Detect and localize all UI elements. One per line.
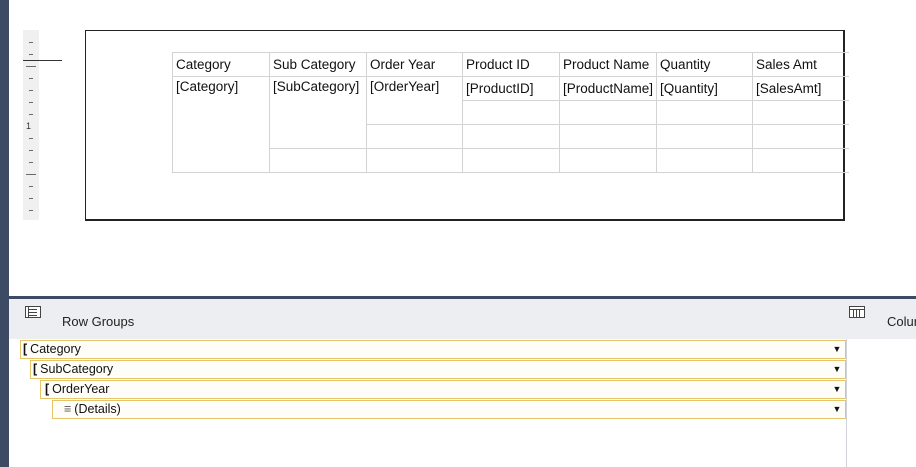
group-label: SubCategory	[40, 362, 114, 376]
header-cell[interactable]: Sales Amt	[752, 52, 850, 77]
header-cell[interactable]: Quantity	[656, 52, 754, 77]
group-bracket-icon: [	[33, 362, 38, 376]
row-groups-title: Row Groups	[62, 314, 135, 329]
empty-cell[interactable]	[269, 148, 367, 173]
group-label: (Details)	[74, 402, 121, 416]
group-row-category[interactable]: [Category ▼	[20, 340, 846, 359]
data-cell[interactable]: [ProductName]	[558, 76, 658, 101]
tablix-header-row: Category Sub Category Order Year Product…	[172, 52, 850, 77]
empty-cell[interactable]	[656, 148, 754, 173]
empty-cell[interactable]	[462, 100, 560, 125]
header-cell[interactable]: Product Name	[558, 52, 658, 77]
tablix[interactable]: Category Sub Category Order Year Product…	[172, 52, 850, 173]
group-label: Category	[30, 342, 81, 356]
column-groups-icon	[849, 306, 865, 318]
header-cell[interactable]: Category	[172, 52, 270, 77]
tablix-data-row: [Category] [SubCategory] [OrderYear] [Pr…	[172, 76, 850, 173]
empty-cell[interactable]	[558, 100, 658, 125]
empty-cell[interactable]	[656, 124, 754, 149]
chevron-down-icon[interactable]: ▼	[831, 403, 843, 416]
empty-cell[interactable]	[366, 148, 463, 173]
group-row-orderyear[interactable]: [OrderYear ▼	[40, 380, 846, 399]
row-groups-icon	[25, 306, 41, 318]
empty-cell[interactable]	[752, 124, 850, 149]
column-groups-title: Colur	[887, 314, 916, 329]
chevron-down-icon[interactable]: ▼	[831, 383, 843, 396]
row-groups-list: [Category ▼ [SubCategory ▼ [OrderYear ▼ …	[9, 339, 847, 467]
data-cell[interactable]: [OrderYear]	[366, 76, 463, 125]
vertical-ruler: 1	[23, 30, 39, 220]
tablix-empty-row	[173, 148, 850, 173]
empty-cell[interactable]	[558, 124, 658, 149]
header-cell[interactable]: Sub Category	[269, 52, 367, 77]
header-cell[interactable]: Order Year	[366, 52, 463, 77]
ruler-mark: 1	[26, 121, 32, 131]
data-cell[interactable]: [ProductID]	[462, 76, 560, 101]
ruler-divider	[23, 60, 62, 61]
group-label: OrderYear	[52, 382, 110, 396]
chevron-down-icon[interactable]: ▼	[831, 363, 843, 376]
empty-cell[interactable]	[462, 148, 560, 173]
empty-cell[interactable]	[462, 124, 560, 149]
header-cell[interactable]: Product ID	[462, 52, 560, 77]
window-left-edge	[0, 0, 9, 467]
chevron-down-icon[interactable]: ▼	[831, 343, 843, 356]
empty-cell[interactable]	[752, 148, 850, 173]
data-cell[interactable]: [Category]	[172, 76, 270, 173]
grouping-pane-header: Row Groups Colur	[9, 299, 916, 339]
data-cell[interactable]: [Quantity]	[656, 76, 754, 101]
data-cell[interactable]: [SalesAmt]	[752, 76, 850, 101]
empty-cell[interactable]	[656, 100, 754, 125]
group-row-details[interactable]: ≡ (Details) ▼	[52, 400, 846, 419]
data-cell[interactable]: [SubCategory]	[269, 76, 367, 149]
empty-cell[interactable]	[366, 124, 463, 149]
empty-cell[interactable]	[752, 100, 850, 125]
details-icon: ≡	[64, 402, 72, 416]
empty-cell[interactable]	[558, 148, 658, 173]
group-bracket-icon: [	[23, 342, 28, 356]
group-bracket-icon: [	[45, 382, 50, 396]
group-row-subcategory[interactable]: [SubCategory ▼	[30, 360, 846, 379]
